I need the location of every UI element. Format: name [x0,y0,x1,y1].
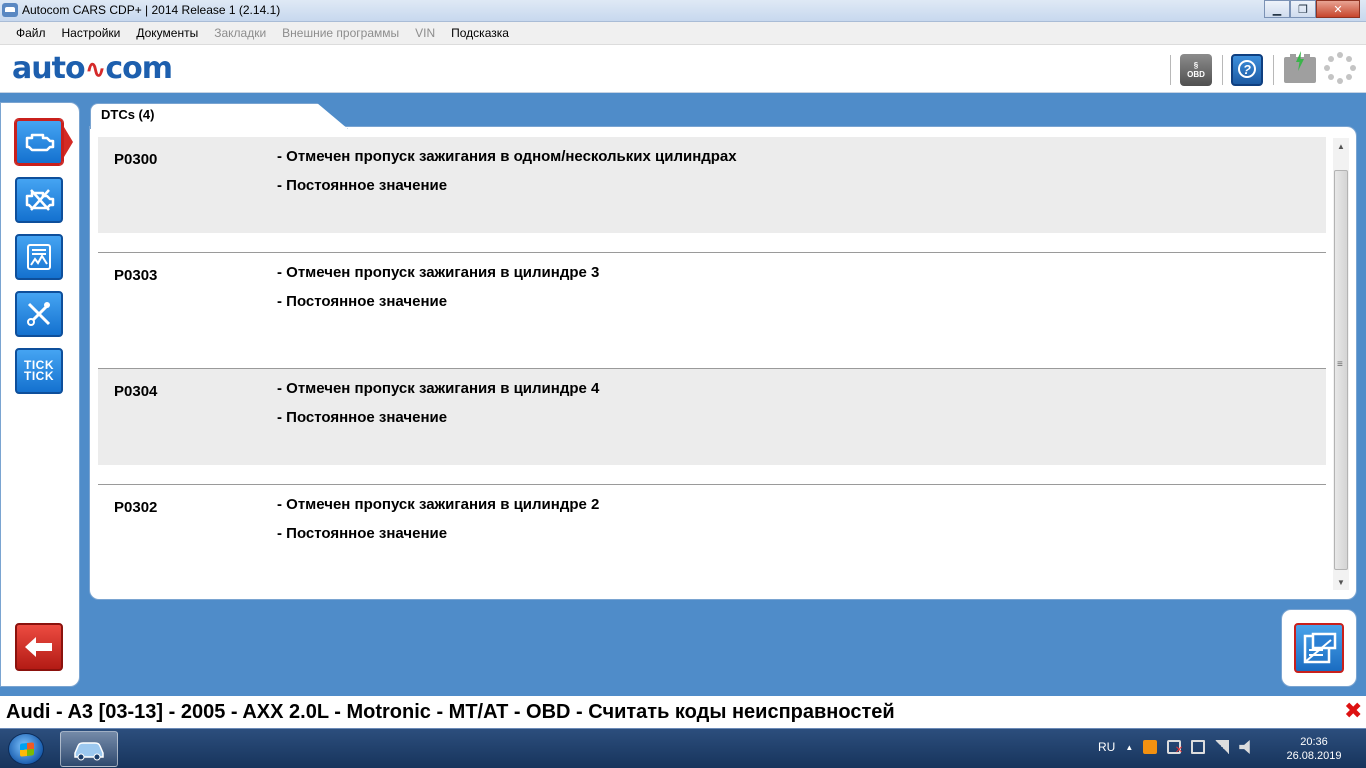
system-tray: RU ▲ ✕ [1098,740,1253,756]
maximize-button[interactable]: ❐ [1290,0,1316,18]
tab-dtcs-label: DTCs (4) [101,107,155,122]
close-session-icon[interactable]: ✖ [1344,698,1362,724]
dtc-code: P0300 [114,151,158,168]
sidebar-item-tools[interactable] [15,291,63,337]
menu-help[interactable]: Подсказка [443,26,517,40]
minimize-button[interactable]: ▁ [1264,0,1290,18]
logo-wave-icon: ∿ [84,55,107,85]
scroll-thumb[interactable] [1334,170,1348,570]
toolbar-separator [1222,55,1223,85]
obd-button[interactable]: § OBD [1180,54,1212,86]
window-title: Autocom CARS CDP+ | 2014 Release 1 (2.14… [22,3,281,17]
clock-time: 20:36 [1300,736,1328,748]
charging-bolt-icon [1296,51,1304,71]
network-disconnected-icon[interactable]: ✕ [1167,740,1183,756]
back-button[interactable] [15,623,63,671]
menu-documents[interactable]: Документы [128,26,206,40]
volume-icon[interactable] [1239,740,1250,754]
menu-bar: Файл Настройки Документы Закладки Внешни… [0,22,1366,45]
dtc-list: P0300 - Отмечен пропуск зажигания в одно… [98,137,1326,589]
help-icon: ? [1238,60,1256,78]
engine-crossed-icon [25,189,55,211]
toolbar-separator [1170,55,1171,85]
power-icon[interactable] [1191,740,1206,754]
scroll-up-arrow-icon[interactable]: ▲ [1333,138,1349,154]
save-report-icon [1303,632,1337,664]
dtc-code: P0303 [114,267,158,284]
window-controls: ▁ ❐ ✕ [1264,0,1360,18]
autocom-logo: auto∿com [12,51,173,86]
dtc-row[interactable]: P0304 - Отмечен пропуск зажигания в цили… [98,369,1326,485]
menu-settings[interactable]: Настройки [54,26,129,40]
logo-part-left: auto [12,51,86,86]
menu-external-programs[interactable]: Внешние программы [274,26,407,40]
tools-icon [27,302,51,326]
tick-label-bottom: TICK [24,369,54,383]
start-button[interactable] [8,733,44,765]
battery-charging-icon [1284,51,1316,83]
logo-bar: auto∿com § OBD ? [0,45,1366,93]
dtc-description: - Отмечен пропуск зажигания в цилиндре 2 [277,496,600,513]
signal-icon[interactable] [1215,740,1230,754]
dtc-row[interactable]: P0300 - Отмечен пропуск зажигания в одно… [98,137,1326,253]
toolbar-separator [1273,55,1274,85]
dtc-row[interactable]: P0303 - Отмечен пропуск зажигания в цили… [98,253,1326,369]
status-bar: Audi - A3 [03-13] - 2005 - AXX 2.0L - Mo… [0,696,1366,728]
obd-label: OBD [1187,70,1205,79]
dtc-status: - Постоянное значение [277,293,448,310]
dtc-row[interactable]: P0302 - Отмечен пропуск зажигания в цили… [98,485,1326,589]
dtc-scrollbar[interactable]: ▲ ▼ [1333,138,1349,590]
car-icon [74,742,104,761]
tick-tick-icon: TICK TICK [24,359,54,383]
car-app-icon [2,3,18,17]
close-button[interactable]: ✕ [1316,0,1360,18]
sidebar-item-clear-dtc[interactable] [15,177,63,223]
help-button[interactable]: ? [1231,54,1263,86]
dtc-description: - Отмечен пропуск зажигания в одном/неск… [277,148,737,165]
save-report-button[interactable] [1294,623,1344,673]
title-bar: Autocom CARS CDP+ | 2014 Release 1 (2.14… [0,0,1366,22]
dtc-status: - Постоянное значение [277,409,448,426]
dtc-code: P0302 [114,499,158,516]
tray-expand-icon[interactable]: ▲ [1125,743,1133,752]
dtc-status: - Постоянное значение [277,177,448,194]
windows-taskbar: RU ▲ ✕ 20:36 26.08.2019 [0,728,1366,768]
logo-part-right: com [105,51,173,86]
loading-spinner-icon [1324,52,1356,84]
sidebar-item-read-dtc[interactable] [15,119,73,165]
language-indicator[interactable]: RU [1098,740,1115,754]
dtc-description: - Отмечен пропуск зажигания в цилиндре 3 [277,264,600,281]
menu-file[interactable]: Файл [8,26,54,40]
left-navigation-panel: TICK TICK [0,102,80,687]
sidebar-item-live-data[interactable] [15,234,63,280]
data-graph-icon [27,244,51,270]
taskbar-clock[interactable]: 20:36 26.08.2019 [1286,735,1342,763]
dtc-status: - Постоянное значение [277,525,448,542]
engine-icon [25,133,55,152]
dtc-code: P0304 [114,383,158,400]
dtc-description: - Отмечен пропуск зажигания в цилиндре 4 [277,380,600,397]
sidebar-item-tick-tick[interactable]: TICK TICK [15,348,63,394]
back-arrow-icon [25,637,52,657]
menu-bookmarks[interactable]: Закладки [206,26,274,40]
taskbar-autocom-app[interactable] [60,731,118,767]
clock-date: 26.08.2019 [1286,750,1342,762]
obd-symbol: § [1193,61,1199,70]
vehicle-breadcrumb: Audi - A3 [03-13] - 2005 - AXX 2.0L - Mo… [6,701,895,723]
menu-vin[interactable]: VIN [407,26,443,40]
scroll-down-arrow-icon[interactable]: ▼ [1333,574,1349,590]
tray-app-icon[interactable] [1143,740,1158,754]
